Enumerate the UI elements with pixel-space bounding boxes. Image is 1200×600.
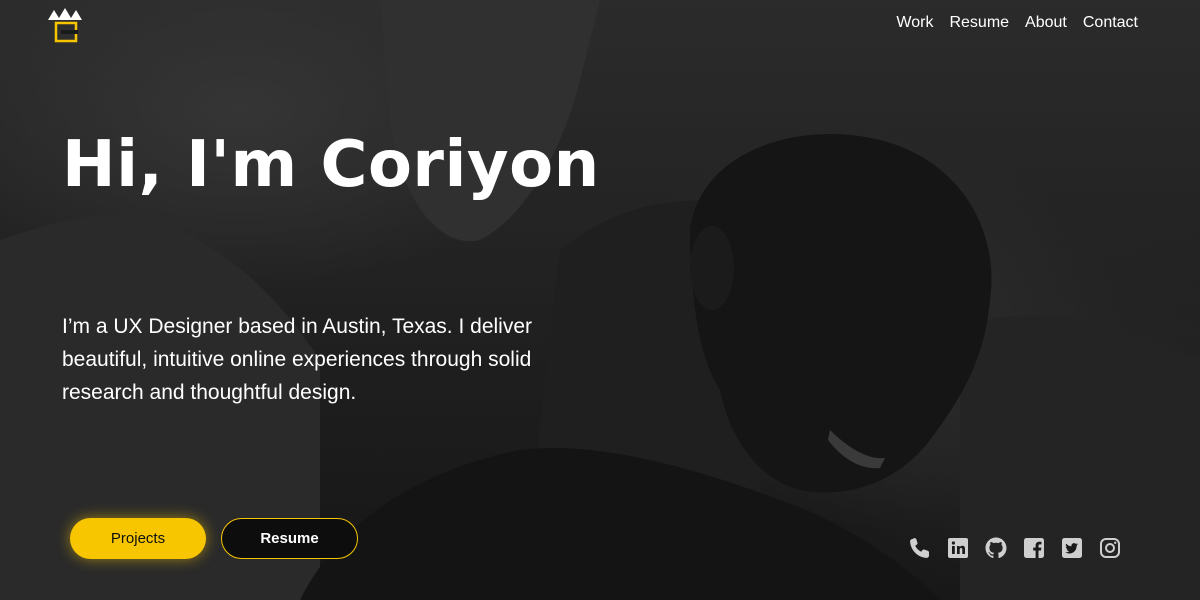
nav-item-about[interactable]: About: [1025, 14, 1067, 32]
nav-item-resume[interactable]: Resume: [949, 14, 1009, 32]
github-icon[interactable]: [984, 536, 1008, 560]
resume-button[interactable]: Resume: [221, 518, 358, 559]
linkedin-icon[interactable]: [946, 536, 970, 560]
main-nav: Work Resume About Contact: [896, 14, 1138, 32]
phone-icon[interactable]: [908, 536, 932, 560]
hero-background-photo: [0, 0, 1200, 600]
instagram-icon[interactable]: [1098, 536, 1122, 560]
facebook-icon[interactable]: [1022, 536, 1046, 560]
crown-logo-icon: [48, 8, 82, 43]
nav-item-work[interactable]: Work: [896, 14, 933, 32]
social-links: [908, 536, 1122, 560]
hero-section: Work Resume About Contact Hi, I'm Coriyo…: [0, 0, 1200, 600]
hero-intro: I’m a UX Designer based in Austin, Texas…: [62, 315, 533, 404]
nav-item-contact[interactable]: Contact: [1083, 14, 1138, 32]
hero-title: Hi, I'm Coriyon: [62, 128, 600, 202]
crown-c-logo[interactable]: [46, 6, 84, 44]
projects-button[interactable]: Projects: [70, 518, 206, 559]
twitter-icon[interactable]: [1060, 536, 1084, 560]
